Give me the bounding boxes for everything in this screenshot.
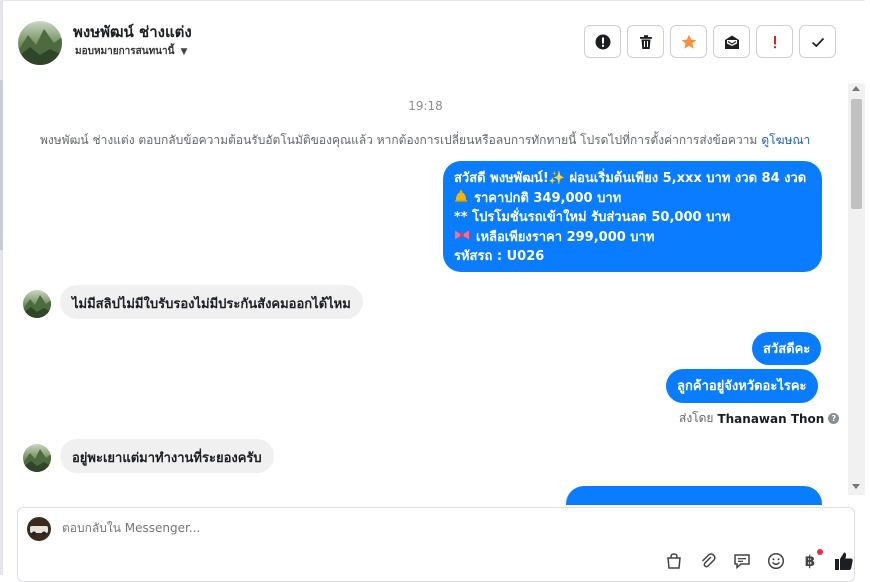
- reply-composer: ฿: [17, 507, 855, 582]
- baht-icon: ฿: [804, 552, 816, 570]
- promo-line-3: ** โปรโมชั่นรถเข้าใหม่ รับส่วนลด 50,000 …: [454, 210, 731, 225]
- bag-icon: [667, 553, 681, 569]
- saved-reply-icon: [734, 554, 750, 570]
- attach-button[interactable]: [697, 550, 719, 572]
- like-button[interactable]: [833, 550, 855, 572]
- conversation-header: พงษพัฒน์ ช่างแต่ง มอบหมายการสนทนานี้ ▼: [3, 0, 865, 84]
- scroll-up-arrow-icon[interactable]: [852, 86, 860, 91]
- composer-toolbar: ฿: [663, 549, 855, 572]
- promo-line-5: รหัสรถ : U026: [454, 249, 545, 264]
- thread-scrollbar[interactable]: [848, 83, 865, 495]
- bell-icon: [454, 189, 468, 209]
- ribbon-icon: [454, 228, 470, 248]
- incoming-message[interactable]: อยู่พะเยาแต่มาทำงานที่ระยองครับ: [60, 439, 274, 473]
- scroll-thumb[interactable]: [851, 99, 862, 209]
- assign-label: มอบหมายการสนทนานี้: [75, 46, 175, 57]
- paperclip-icon: [701, 553, 716, 568]
- star-button[interactable]: [670, 25, 707, 58]
- payment-button[interactable]: ฿: [799, 549, 823, 572]
- alert-circle-icon: [595, 34, 610, 49]
- message-thread[interactable]: 19:18 พงษพัฒน์ ช่างแต่ง ตอบกลับข้อความต้…: [3, 83, 848, 505]
- saved-reply-button[interactable]: [731, 550, 753, 572]
- shop-button[interactable]: [663, 550, 685, 572]
- sent-by-label: ส่งโดย Thanawan Thon ?: [679, 409, 840, 428]
- thumbs-up-icon: [835, 552, 853, 570]
- outgoing-promo-message[interactable]: สวัสดี พงษพัฒน์!✨ ผ่อนเริ่มต้นเพียง 5,xx…: [443, 161, 822, 272]
- mark-done-button[interactable]: [799, 25, 836, 58]
- outgoing-message[interactable]: สวัสดีคะ: [752, 332, 822, 365]
- promo-line-4-text: เหลือเพียงราคา 299,000 บาท: [476, 229, 655, 245]
- help-icon[interactable]: ?: [828, 413, 840, 424]
- header-action-bar: [584, 25, 836, 58]
- sent-by-name: Thanawan Thon: [717, 411, 825, 426]
- contact-avatar[interactable]: [18, 21, 62, 65]
- promo-line-2-text: ราคาปกติ 349,000 บาท: [474, 190, 622, 206]
- promo-line-2: ราคาปกติ 349,000 บาท: [454, 189, 811, 209]
- emoji-icon: [767, 552, 785, 570]
- system-note: พงษพัฒน์ ช่างแต่ง ตอบกลับข้อความต้อนรับอ…: [40, 131, 810, 150]
- reply-input[interactable]: [62, 521, 622, 535]
- star-icon: [681, 34, 696, 49]
- exclamation-icon: [773, 35, 776, 48]
- caret-down-icon: ▼: [180, 46, 188, 57]
- system-note-text: พงษพัฒน์ ช่างแต่ง ตอบกลับข้อความต้อนรับอ…: [40, 133, 758, 147]
- mark-important-button[interactable]: [756, 25, 793, 58]
- contact-avatar-small[interactable]: [23, 290, 51, 318]
- incoming-message[interactable]: ไม่มีสลิปไม่มีใบรับรองไม่มีประกันสังคมออ…: [60, 285, 363, 319]
- mark-unread-button[interactable]: [713, 25, 750, 58]
- mark-spam-button[interactable]: [584, 25, 621, 58]
- sent-by-prefix: ส่งโดย: [679, 411, 714, 425]
- page-avatar: [27, 517, 51, 541]
- scroll-down-arrow-icon[interactable]: [852, 484, 860, 489]
- trash-icon: [639, 34, 652, 49]
- view-ad-link[interactable]: ดูโฆษณา: [761, 133, 810, 147]
- promo-line-1: สวัสดี พงษพัฒน์!✨ ผ่อนเริ่มต้นเพียง 5,xx…: [454, 171, 807, 186]
- outgoing-message[interactable]: ลูกค้าอยู่จังหวัดอะไรคะ: [666, 369, 818, 403]
- notification-dot: [817, 549, 823, 555]
- assign-conversation-dropdown[interactable]: มอบหมายการสนทนานี้ ▼: [75, 44, 187, 59]
- outgoing-message-partial[interactable]: [566, 486, 822, 505]
- mail-unread-icon: [724, 35, 739, 49]
- contact-avatar-small[interactable]: [23, 444, 51, 472]
- emoji-button[interactable]: [765, 550, 787, 572]
- message-timestamp: 19:18: [408, 99, 443, 113]
- contact-name[interactable]: พงษพัฒน์ ช่างแต่ง: [73, 20, 192, 44]
- delete-button[interactable]: [627, 25, 664, 58]
- promo-line-4: เหลือเพียงราคา 299,000 บาท: [454, 228, 811, 248]
- check-icon: [811, 37, 824, 47]
